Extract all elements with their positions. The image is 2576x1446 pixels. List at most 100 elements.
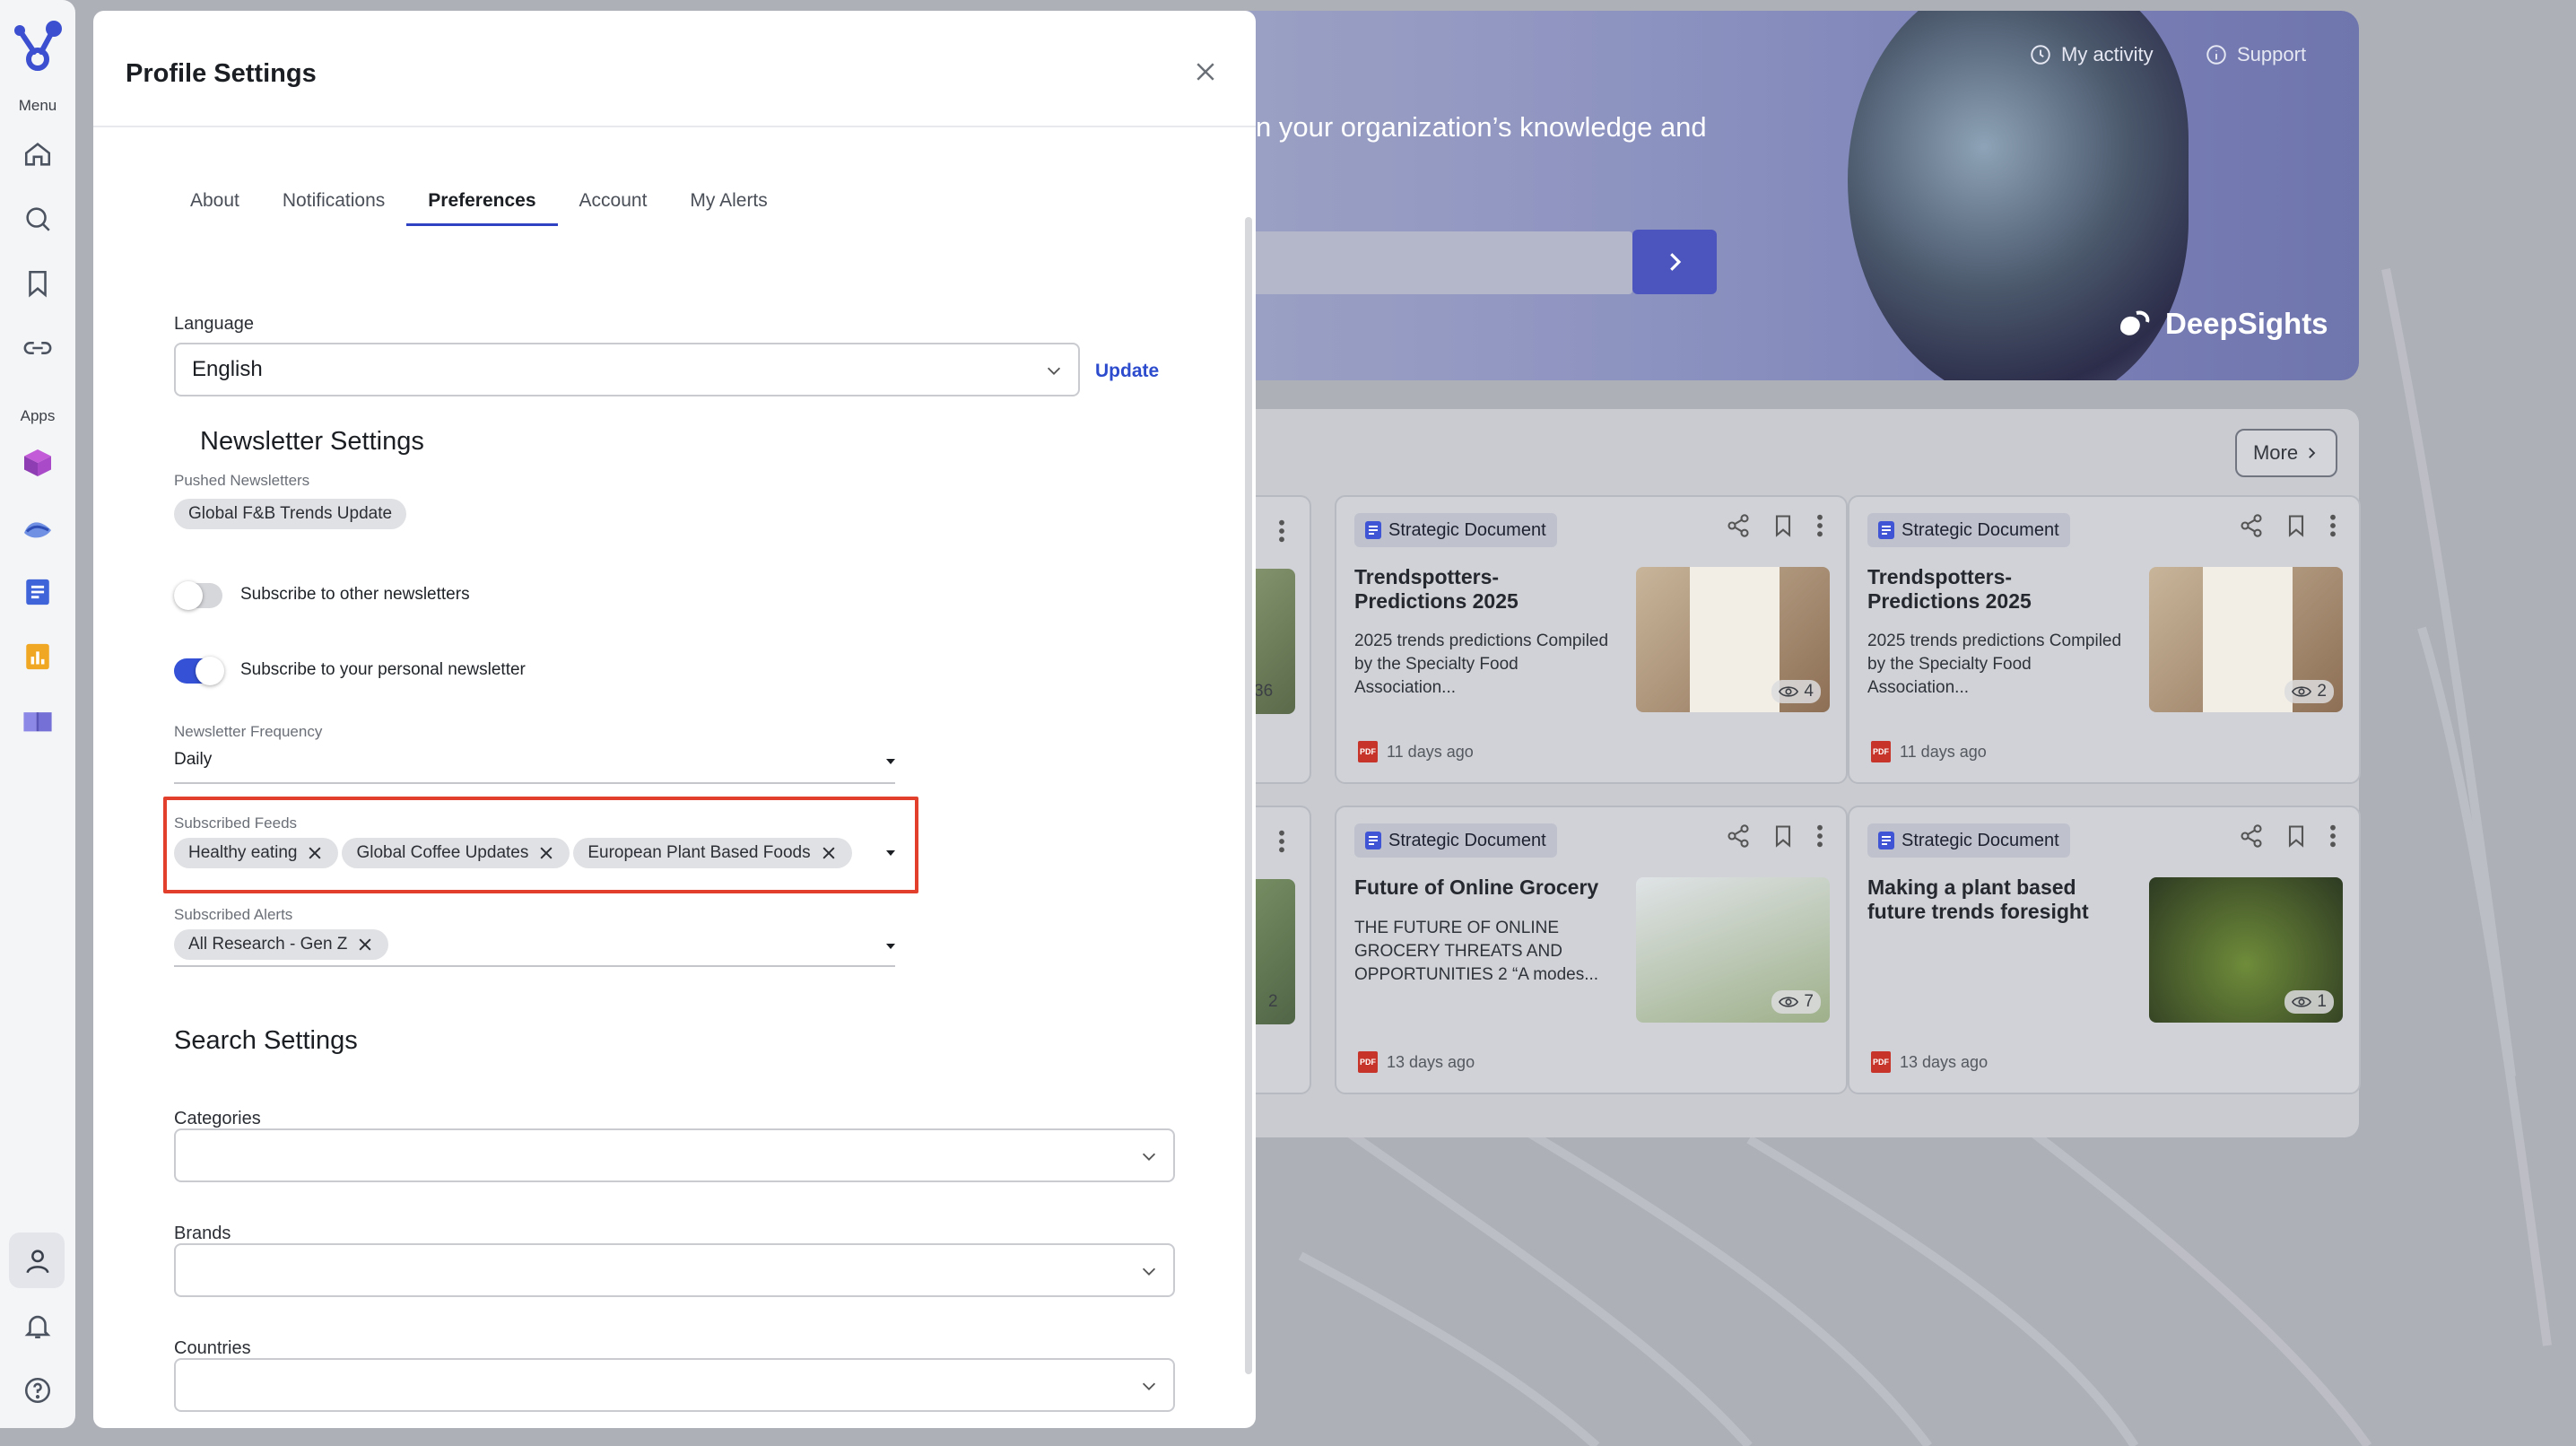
toggle-knob xyxy=(196,657,224,685)
card-title[interactable]: Future of Online Grocery xyxy=(1354,875,1606,900)
settings-tabs: About Notifications Preferences Account … xyxy=(169,181,789,226)
doc-type-badge: Strategic Document xyxy=(1354,823,1557,858)
alerts-underline xyxy=(174,965,895,967)
clock-icon xyxy=(2029,43,2052,66)
more-vertical-icon[interactable] xyxy=(2328,823,2337,849)
document-app-icon[interactable] xyxy=(20,574,56,610)
tab-about[interactable]: About xyxy=(169,181,261,226)
chevron-down-icon xyxy=(1044,361,1064,380)
feeds-highlight-box xyxy=(163,797,918,893)
views-count: 1 xyxy=(2317,992,2327,1011)
card-thumbnail: 1 xyxy=(2149,877,2343,1023)
pdf-icon: PDF xyxy=(1358,1051,1378,1073)
more-vertical-icon[interactable] xyxy=(1277,518,1286,544)
bookmark-icon[interactable] xyxy=(20,266,56,301)
language-label: Language xyxy=(174,314,254,334)
share-icon[interactable] xyxy=(2239,823,2264,849)
document-icon xyxy=(1878,832,1894,849)
card-time: 13 days ago xyxy=(1387,1052,1475,1071)
eye-icon xyxy=(2292,995,2312,1009)
card-thumbnail: 2 xyxy=(2149,567,2343,712)
close-button[interactable] xyxy=(1186,52,1225,91)
categories-select[interactable] xyxy=(174,1128,1175,1182)
bookmark-icon[interactable] xyxy=(1771,513,1796,538)
bookmark-icon[interactable] xyxy=(2284,823,2309,849)
tab-my-alerts[interactable]: My Alerts xyxy=(668,181,788,226)
help-icon[interactable] xyxy=(20,1372,56,1408)
subscribe-personal-label: Subscribe to your personal newsletter xyxy=(240,660,526,679)
card-title[interactable]: Making a plant based future trends fores… xyxy=(1867,875,2119,924)
share-icon[interactable] xyxy=(1726,823,1751,849)
link-icon[interactable] xyxy=(20,330,56,366)
countries-select[interactable] xyxy=(174,1358,1175,1412)
frequency-dropdown-caret[interactable] xyxy=(886,759,895,764)
chevron-down-icon xyxy=(1139,1146,1159,1166)
tab-notifications[interactable]: Notifications xyxy=(261,181,406,226)
support-link[interactable]: Support xyxy=(2205,43,2306,66)
card-description: THE FUTURE OF ONLINE GROCERY THREATS AND… xyxy=(1354,919,1599,984)
pdf-icon: PDF xyxy=(1358,741,1378,762)
more-vertical-icon[interactable] xyxy=(1277,829,1286,854)
search-icon[interactable] xyxy=(20,201,56,237)
tab-preferences[interactable]: Preferences xyxy=(406,181,558,226)
subscribed-alerts-label: Subscribed Alerts xyxy=(174,906,293,923)
views-badge: 2 xyxy=(2284,680,2334,703)
subscribe-personal-toggle[interactable] xyxy=(174,657,224,685)
document-card[interactable]: Strategic Document Trendspotters-Predict… xyxy=(1848,495,2361,784)
chevron-down-icon xyxy=(1139,1261,1159,1281)
app-logo[interactable] xyxy=(9,18,66,75)
card-title[interactable]: Trendspotters-Predictions 2025 xyxy=(1867,565,2119,614)
doc-type-badge: Strategic Document xyxy=(1867,513,2070,547)
close-icon xyxy=(1192,58,1219,85)
brand-name: DeepSights xyxy=(2165,307,2328,340)
language-select[interactable]: English xyxy=(174,343,1080,396)
document-card[interactable]: Strategic Document Trendspotters-Predict… xyxy=(1335,495,1848,784)
share-icon[interactable] xyxy=(1726,513,1751,538)
more-vertical-icon[interactable] xyxy=(1815,513,1824,538)
chevron-right-icon xyxy=(2303,445,2319,461)
card-title[interactable]: Trendspotters-Predictions 2025 xyxy=(1354,565,1606,614)
bookmark-icon[interactable] xyxy=(2284,513,2309,538)
my-activity-link[interactable]: My activity xyxy=(2029,43,2154,66)
hero-headline: n your organization’s knowledge and xyxy=(1256,111,1707,143)
card-time: 11 days ago xyxy=(1900,742,1987,761)
modal-scrollbar[interactable] xyxy=(1245,217,1252,1374)
apps-label: Apps xyxy=(20,407,56,424)
tab-account[interactable]: Account xyxy=(558,181,669,226)
brand-logo: DeepSights xyxy=(2117,307,2328,341)
views-count: 2 xyxy=(1268,992,1278,1011)
brands-select[interactable] xyxy=(174,1243,1175,1297)
subscribe-other-label: Subscribe to other newsletters xyxy=(240,585,470,604)
alerts-dropdown-caret[interactable] xyxy=(886,944,895,949)
hero-search-submit-button[interactable] xyxy=(1632,230,1717,294)
document-card[interactable]: Strategic Document Making a plant based … xyxy=(1848,806,2361,1094)
more-vertical-icon[interactable] xyxy=(2328,513,2337,538)
subscribed-alerts-list[interactable]: All Research - Gen Z xyxy=(174,929,389,960)
chart-app-icon[interactable] xyxy=(20,639,56,675)
book-app-icon[interactable] xyxy=(20,703,56,739)
views-badge: 1 xyxy=(2284,990,2334,1014)
share-icon[interactable] xyxy=(2239,513,2264,538)
subscribe-other-toggle[interactable] xyxy=(174,581,222,610)
views-count: 4 xyxy=(1804,682,1814,701)
wave-app-icon[interactable] xyxy=(20,510,56,545)
update-language-button[interactable]: Update xyxy=(1095,361,1159,382)
modal-title: Profile Settings xyxy=(126,59,317,88)
bell-icon[interactable] xyxy=(20,1308,56,1344)
user-icon[interactable] xyxy=(20,1243,56,1279)
newsletter-frequency-value[interactable]: Daily xyxy=(174,750,212,770)
remove-chip-icon[interactable] xyxy=(356,936,374,954)
cube-app-icon[interactable] xyxy=(20,445,56,481)
eye-icon xyxy=(1779,684,1799,699)
doc-type-label: Strategic Document xyxy=(1902,830,2059,850)
card-thumbnail: 7 xyxy=(1636,877,1830,1023)
chevron-right-icon xyxy=(1661,248,1688,275)
home-icon[interactable] xyxy=(20,136,56,172)
pushed-newsletter-chip: Global F&B Trends Update xyxy=(174,499,407,529)
views-count: 36 xyxy=(1254,682,1274,701)
more-vertical-icon[interactable] xyxy=(1815,823,1824,849)
info-icon xyxy=(2205,43,2228,66)
bookmark-icon[interactable] xyxy=(1771,823,1796,849)
document-card[interactable]: Strategic Document Future of Online Groc… xyxy=(1335,806,1848,1094)
more-button[interactable]: More xyxy=(2235,429,2337,477)
